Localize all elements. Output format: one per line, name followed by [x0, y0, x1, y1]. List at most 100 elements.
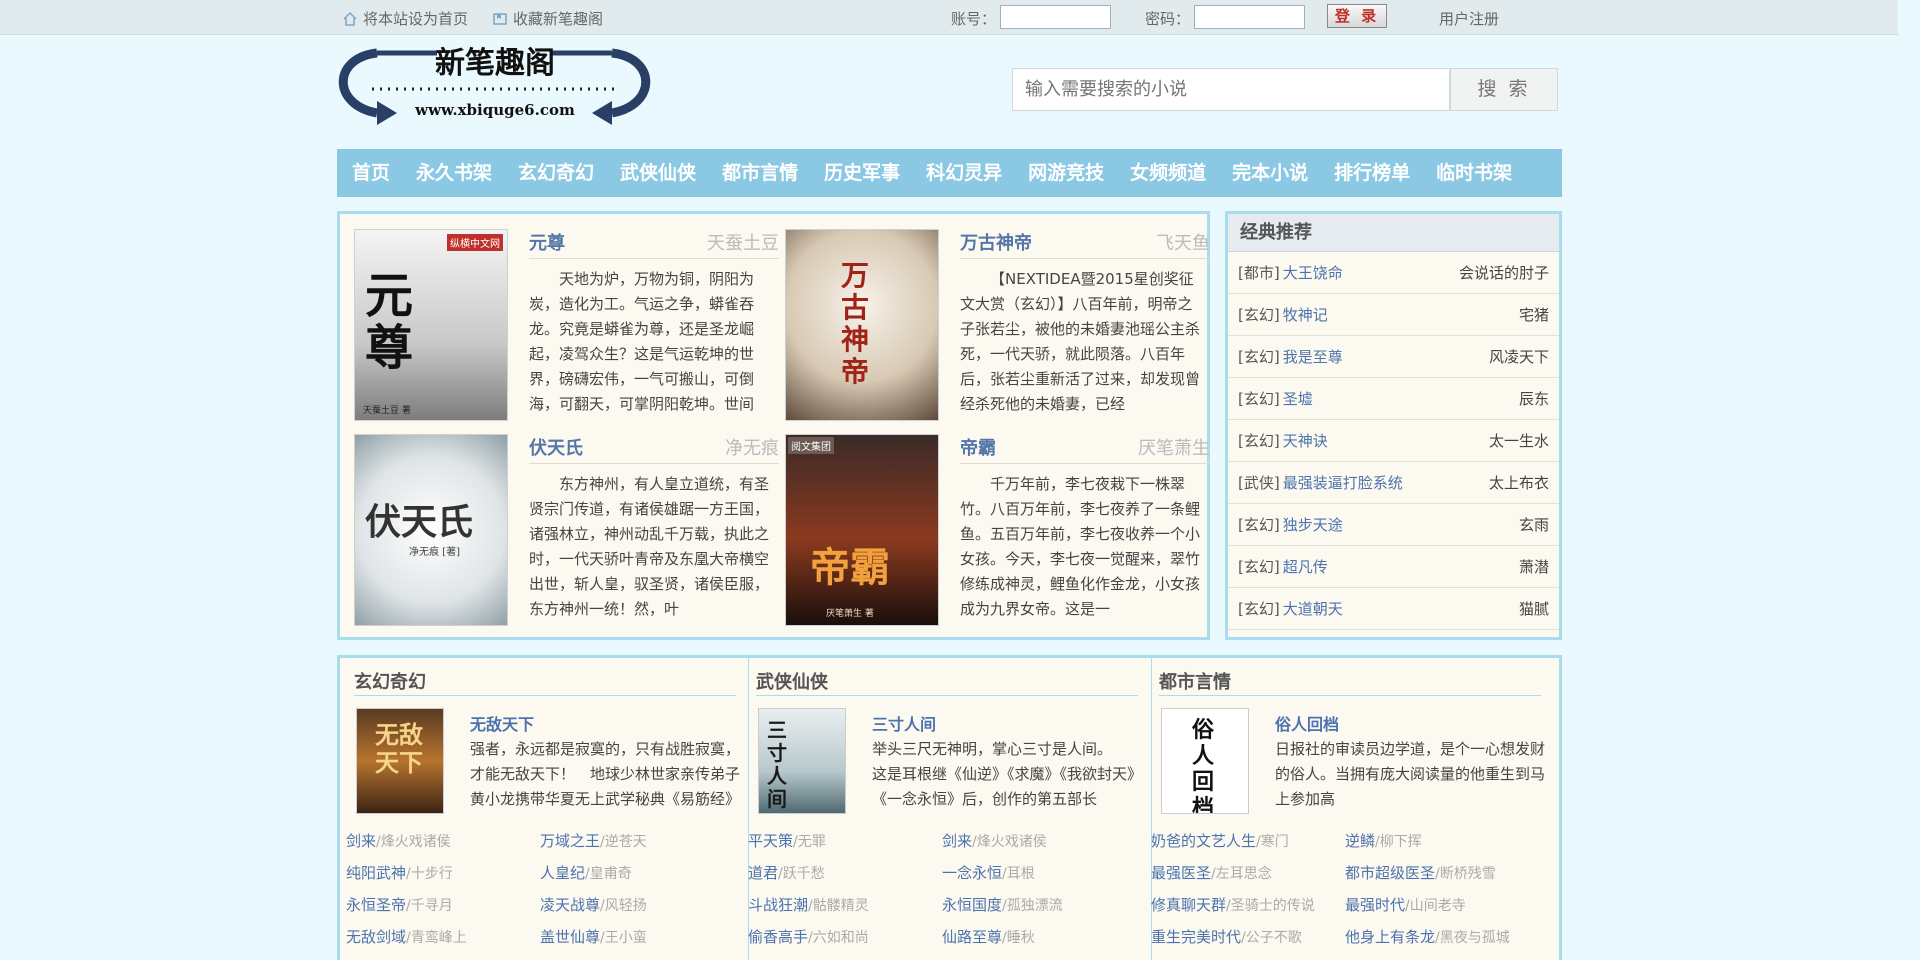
nav-bookshelf[interactable]: 永久书架: [416, 149, 492, 197]
book-author: /骷髅精灵: [808, 898, 869, 914]
book-link[interactable]: 盖世仙尊: [540, 928, 600, 946]
book-link[interactable]: 一念永恒: [942, 864, 1002, 882]
cover-footer: 天蚕土豆 著: [363, 406, 411, 416]
search-input[interactable]: [1013, 69, 1449, 110]
recommend-book-link[interactable]: 牧神记: [1283, 304, 1328, 325]
book-link[interactable]: 最强医圣: [1151, 864, 1211, 882]
hot-book: 阅文集团 帝霸 厌笔萧生 著 帝霸 厌笔萧生 千万年前，李七夜栽下一株翠竹。八百…: [785, 434, 1210, 630]
book-link[interactable]: 无敌剑域: [346, 928, 406, 946]
featured-cover[interactable]: 三寸人间: [758, 708, 846, 814]
nav-home[interactable]: 首页: [352, 149, 390, 197]
book-link[interactable]: 都市超级医圣: [1345, 864, 1435, 882]
recommend-category: [都市]: [1238, 264, 1280, 282]
book-link[interactable]: 奶爸的文艺人生: [1151, 832, 1256, 850]
password-input[interactable]: [1194, 5, 1305, 29]
cover-title: 俗人回档: [1192, 717, 1215, 814]
book-link[interactable]: 剑来: [942, 832, 972, 850]
book-cover[interactable]: 伏天氏 净无痕 [著]: [354, 434, 508, 626]
recommend-author: 太一生水: [1488, 432, 1549, 450]
nav-wanben[interactable]: 完本小说: [1232, 149, 1308, 197]
nav-wangyou[interactable]: 网游竞技: [1028, 149, 1104, 197]
recommend-item: [都市] 大王饶命 会说话的肘子: [1228, 252, 1559, 294]
book-link[interactable]: 凌天战尊: [540, 896, 600, 914]
book-cover[interactable]: 纵横中文网 元尊 天蚕土豆 著: [354, 229, 508, 421]
book-link[interactable]: 平天策: [748, 832, 793, 850]
book-link[interactable]: 剑来: [346, 832, 376, 850]
category-sections: 玄幻奇幻 无敌天下 无敌天下 强者，永远都是寂寞的，只有战胜寂寞，才能无敌天下！…: [337, 655, 1562, 960]
list-item: 他身上有条龙/黑夜与孤城: [1345, 926, 1540, 947]
book-link[interactable]: 逆鳞: [1345, 832, 1375, 850]
book-link[interactable]: 仙路至尊: [942, 928, 1002, 946]
register-link[interactable]: 用户注册: [1439, 8, 1499, 29]
book-author: /千寻月: [406, 898, 453, 914]
book-link[interactable]: 修真聊天群: [1151, 896, 1226, 914]
book-link[interactable]: 道君: [748, 864, 778, 882]
book-link[interactable]: 永恒圣帝: [346, 896, 406, 914]
recommend-book-link[interactable]: 大道朝天: [1283, 598, 1343, 619]
category-wuxia: 武侠仙侠 三寸人间 三寸人间 举头三尺无神明，掌心三寸是人间。 这是耳根继《仙逆…: [742, 658, 1146, 960]
book-title[interactable]: 元尊: [529, 229, 565, 255]
nav-kehuan[interactable]: 科幻灵异: [926, 149, 1002, 197]
divider: [529, 463, 779, 464]
set-homepage-link[interactable]: 将本站设为首页: [342, 8, 468, 29]
book-link[interactable]: 偷香高手: [748, 928, 808, 946]
list-item: 道君/跃千愁: [748, 862, 943, 883]
recommend-item: [玄幻] 天神诀 太一生水: [1228, 420, 1559, 462]
book-author: /皇甫奇: [585, 866, 632, 882]
category-dushi: 都市言情 俗人回档 俗人回档 日报社的审读员边学道，是个一心想发财的俗人。当拥有…: [1145, 658, 1549, 960]
book-author: /柳下挥: [1375, 834, 1422, 850]
category-heading: 都市言情: [1159, 668, 1541, 696]
recommend-book-link[interactable]: 超凡传: [1283, 556, 1328, 577]
featured-title[interactable]: 俗人回档: [1275, 711, 1339, 735]
recommend-category: [玄幻]: [1238, 390, 1280, 408]
recommend-item: [武侠] 最强装逼打脸系统 太上布衣: [1228, 462, 1559, 504]
recommend-book-link[interactable]: 大王饶命: [1283, 262, 1343, 283]
nav-wuxia[interactable]: 武侠仙侠: [620, 149, 696, 197]
list-item: 奶爸的文艺人生/寒门: [1151, 830, 1346, 851]
nav-xuanhuan[interactable]: 玄幻奇幻: [518, 149, 594, 197]
bookmark-site-link[interactable]: 收藏新笔趣阁: [492, 8, 603, 29]
book-link[interactable]: 重生完美时代: [1151, 928, 1241, 946]
book-link[interactable]: 永恒国度: [942, 896, 1002, 914]
featured-title[interactable]: 无敌天下: [470, 711, 534, 735]
book-link[interactable]: 斗战狂潮: [748, 896, 808, 914]
featured-cover[interactable]: 无敌天下: [356, 708, 444, 814]
book-link[interactable]: 万域之王: [540, 832, 600, 850]
recommend-book-link[interactable]: 我是至尊: [1283, 346, 1343, 367]
book-cover[interactable]: 阅文集团 帝霸 厌笔萧生 著: [785, 434, 939, 626]
book-author: /烽火戏诸侯: [376, 834, 451, 850]
logo-url: www.xbiquge6.com: [414, 101, 575, 119]
account-input[interactable]: [1000, 5, 1111, 29]
featured-cover[interactable]: 俗人回档: [1161, 708, 1249, 814]
nav-ranking[interactable]: 排行榜单: [1334, 149, 1410, 197]
recommend-book-link[interactable]: 最强装逼打脸系统: [1283, 472, 1403, 493]
nav-nvpin[interactable]: 女频频道: [1130, 149, 1206, 197]
nav-temp-shelf[interactable]: 临时书架: [1436, 149, 1512, 197]
divider: [960, 258, 1210, 259]
cover-badge: 纵横中文网: [447, 234, 503, 251]
login-button[interactable]: 登 录: [1327, 4, 1387, 28]
book-link[interactable]: 最强时代: [1345, 896, 1405, 914]
featured-title[interactable]: 三寸人间: [872, 711, 936, 735]
recommend-book-link[interactable]: 圣墟: [1283, 388, 1313, 409]
top-bar: 将本站设为首页 收藏新笔趣阁 账号： 密码： 登 录 用户注册: [0, 0, 1898, 35]
cover-footer: 厌笔萧生 著: [826, 609, 874, 619]
book-author: /六如和尚: [808, 930, 869, 946]
book-title[interactable]: 伏天氏: [529, 434, 583, 460]
book-title[interactable]: 帝霸: [960, 434, 996, 460]
site-logo[interactable]: 新笔趣阁 www.xbiquge6.com: [337, 43, 652, 143]
book-link[interactable]: 人皇纪: [540, 864, 585, 882]
book-author: /圣骑士的传说: [1226, 898, 1315, 914]
book-link[interactable]: 纯阳武神: [346, 864, 406, 882]
recommend-book-link[interactable]: 独步天途: [1283, 514, 1343, 535]
book-desc: 千万年前，李七夜栽下一株翠竹。八百万年前，李七夜养了一条鲤鱼。五百万年前，李七夜…: [960, 475, 1200, 618]
book-link[interactable]: 他身上有条龙: [1345, 928, 1435, 946]
book-title[interactable]: 万古神帝: [960, 229, 1032, 255]
book-cover[interactable]: 万古神帝: [785, 229, 939, 421]
search-button[interactable]: 搜 索: [1450, 68, 1558, 111]
nav-dushi[interactable]: 都市言情: [722, 149, 798, 197]
cover-title: 帝霸: [810, 544, 890, 591]
nav-lishi[interactable]: 历史军事: [824, 149, 900, 197]
recommend-book-link[interactable]: 天神诀: [1283, 430, 1328, 451]
book-author: /左耳思念: [1211, 866, 1272, 882]
